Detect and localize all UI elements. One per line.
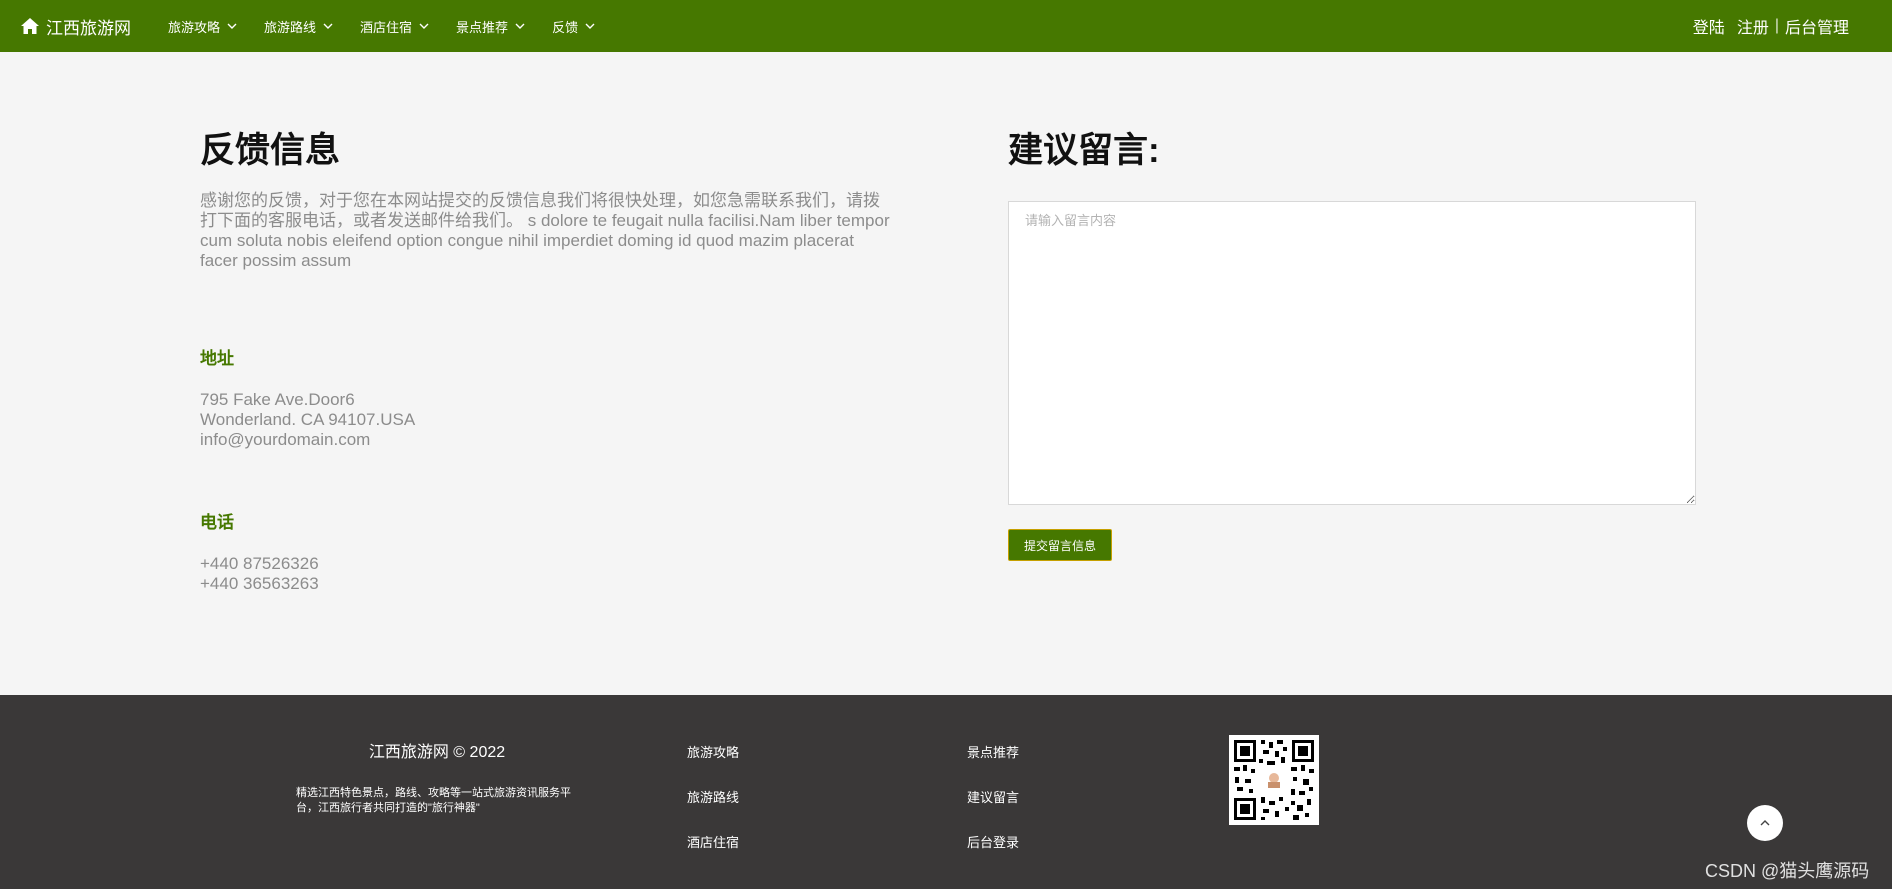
contact-email: info@yourdomain.com: [200, 430, 371, 449]
address-block: 795 Fake Ave.Door6 Wonderland. CA 94107.…: [200, 390, 415, 450]
nav-item-attractions[interactable]: 景点推荐: [456, 17, 526, 36]
login-link[interactable]: 登陆: [1693, 14, 1725, 38]
back-to-top-button[interactable]: [1747, 805, 1783, 841]
chevron-up-icon: [1760, 820, 1770, 826]
phone-block: +440 87526326 +440 36563263: [200, 554, 319, 594]
register-link[interactable]: 注册: [1737, 14, 1769, 38]
phone-line: +440 87526326: [200, 554, 319, 573]
watermark-text: CSDN @猫头鹰源码: [1705, 861, 1870, 881]
phone-line: +440 36563263: [200, 574, 319, 593]
nav-item-label: 旅游路线: [264, 19, 317, 35]
address-line: 795 Fake Ave.Door6: [200, 390, 355, 409]
chevron-down-icon: [419, 23, 429, 29]
nav-item-label: 旅游攻略: [168, 19, 221, 35]
submit-message-button[interactable]: 提交留言信息: [1008, 529, 1112, 561]
nav-item-travel-routes[interactable]: 旅游路线: [264, 17, 334, 36]
footer-link-attractions[interactable]: 景点推荐: [967, 742, 1019, 761]
footer-link-hotels[interactable]: 酒店住宿: [687, 832, 739, 851]
chevron-down-icon: [323, 23, 333, 29]
form-title: 建议留言:: [1008, 131, 1160, 170]
brand-link[interactable]: 江西旅游网: [20, 12, 131, 40]
footer-link-message[interactable]: 建议留言: [967, 787, 1019, 806]
phone-heading: 电话: [200, 513, 234, 532]
message-form: 建议留言:: [1008, 130, 1698, 172]
footer-copyright: 江西旅游网 © 2022: [368, 744, 506, 761]
qr-code-icon: [1229, 735, 1319, 825]
message-textarea[interactable]: [1008, 201, 1696, 505]
nav-item-hotels[interactable]: 酒店住宿: [360, 17, 430, 36]
feedback-info: 反馈信息 感谢您的反馈，对于您在本网站提交的反馈信息我们将很快处理，如您急需联系…: [200, 130, 890, 271]
home-icon: [21, 18, 39, 34]
user-links: 登陆 注册 | 后台管理: [1693, 0, 1849, 52]
brand-name: 江西旅游网: [46, 18, 131, 38]
feedback-intro: 感谢您的反馈，对于您在本网站提交的反馈信息我们将很快处理，如您急需联系我们，请拨…: [200, 191, 890, 270]
chevron-down-icon: [515, 23, 525, 29]
page-title: 反馈信息: [200, 131, 341, 170]
address-heading: 地址: [200, 349, 234, 368]
nav-item-feedback[interactable]: 反馈: [552, 17, 596, 36]
nav-item-label: 反馈: [552, 19, 579, 35]
address-line: Wonderland. CA 94107.USA: [200, 410, 416, 429]
footer-link-travel-routes[interactable]: 旅游路线: [687, 787, 739, 806]
site-footer: 江西旅游网 © 2022 精选江西特色景点，路线、攻略等一站式旅游资讯服务平台，…: [0, 695, 1892, 889]
admin-link[interactable]: 后台管理: [1785, 14, 1849, 38]
nav-item-label: 景点推荐: [456, 19, 509, 35]
footer-description: 精选江西特色景点，路线、攻略等一站式旅游资讯服务平台，江西旅行者共同打造的"旅行…: [296, 787, 571, 814]
chevron-down-icon: [585, 23, 595, 29]
chevron-down-icon: [227, 23, 237, 29]
top-navbar: 江西旅游网 旅游攻略 旅游路线 酒店住宿 景点推荐 反馈 登陆 注册 | 后台管…: [0, 0, 1892, 52]
footer-link-travel-guide[interactable]: 旅游攻略: [687, 742, 739, 761]
nav-item-label: 酒店住宿: [360, 19, 413, 35]
separator: |: [1774, 17, 1779, 34]
main-menu: 旅游攻略 旅游路线 酒店住宿 景点推荐 反馈: [168, 0, 622, 52]
footer-link-admin-login[interactable]: 后台登录: [967, 832, 1019, 851]
nav-item-travel-guide[interactable]: 旅游攻略: [168, 17, 238, 36]
